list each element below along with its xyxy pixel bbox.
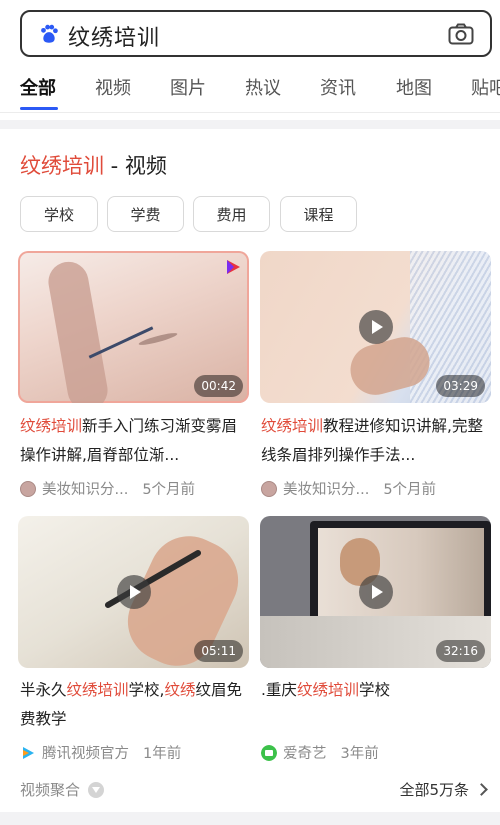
video-duration: 32:16 xyxy=(436,640,485,662)
video-thumbnail[interactable]: 03:29 xyxy=(260,251,491,403)
title-keyword: 纹绣培训 xyxy=(296,681,359,699)
chip-label: 费用 xyxy=(216,205,247,224)
video-meta: 美妆知识分... 5个月前 xyxy=(261,478,436,499)
title-text: 学校, xyxy=(128,681,165,699)
tab-bar: 全部 视频 图片 热议 资讯 地图 贴吧 xyxy=(0,74,500,114)
title-text: 学校 xyxy=(358,681,390,699)
play-icon[interactable] xyxy=(358,575,393,609)
video-source[interactable]: 腾讯视频官方 xyxy=(42,742,129,763)
tab-map[interactable]: 地图 xyxy=(396,74,432,100)
tab-news[interactable]: 资讯 xyxy=(320,74,356,100)
chip-school[interactable]: 学校 xyxy=(20,196,98,232)
tab-video[interactable]: 视频 xyxy=(95,74,131,100)
section-title-keyword: 纹绣培训 xyxy=(20,154,104,178)
active-tab-indicator xyxy=(20,107,58,110)
video-aggregation[interactable]: 视频聚合 xyxy=(20,779,105,800)
chip-cost[interactable]: 费用 xyxy=(193,196,270,232)
title-keyword: 纹绣 xyxy=(164,681,196,699)
view-all-link[interactable]: 全部5万条 xyxy=(399,779,488,800)
section-separator xyxy=(0,120,500,129)
video-meta: 腾讯视频官方 1年前 xyxy=(20,742,181,763)
tencent-video-icon xyxy=(23,746,34,759)
video-meta: 爱奇艺 3年前 xyxy=(261,742,379,763)
video-thumbnail[interactable]: 32:16 xyxy=(260,516,491,668)
video-duration: 00:42 xyxy=(194,375,243,397)
video-duration: 05:11 xyxy=(194,640,243,662)
tab-tieba[interactable]: 贴吧 xyxy=(471,74,500,100)
video-title[interactable]: 半永久纹绣培训学校,纹绣纹眉免费教学 xyxy=(20,676,252,734)
video-title[interactable]: 纹绣培训教程进修知识讲解,完整线条眉排列操作手法... xyxy=(261,412,493,470)
tab-images[interactable]: 图片 xyxy=(170,74,206,100)
section-title-suffix: - 视频 xyxy=(104,154,167,178)
title-text: 半永久 xyxy=(20,681,67,699)
title-keyword: 纹绣培训 xyxy=(261,417,324,435)
video-time: 1年前 xyxy=(143,746,182,762)
section-separator xyxy=(0,812,500,825)
video-title[interactable]: .重庆纹绣培训学校 xyxy=(261,676,493,705)
play-icon[interactable] xyxy=(358,310,393,344)
chip-label: 学校 xyxy=(43,205,74,224)
avatar xyxy=(261,480,277,497)
video-source[interactable]: 美妆知识分... xyxy=(42,478,128,499)
video-duration: 03:29 xyxy=(436,375,485,397)
view-all-label: 全部5万条 xyxy=(399,781,469,799)
camera-icon[interactable] xyxy=(448,23,474,45)
title-text: .重庆 xyxy=(261,681,297,699)
video-time: 5个月前 xyxy=(383,482,437,498)
title-keyword: 纹绣培训 xyxy=(66,681,129,699)
footer-left-label: 视频聚合 xyxy=(20,781,81,799)
iqiyi-play-logo-icon xyxy=(227,260,240,274)
chip-course[interactable]: 课程 xyxy=(280,196,357,232)
title-keyword: 纹绣培训 xyxy=(20,417,83,435)
section-title[interactable]: 纹绣培训 - 视频 xyxy=(20,150,167,180)
video-meta: 美妆知识分... 5个月前 xyxy=(20,478,195,499)
video-time: 3年前 xyxy=(340,746,379,762)
chip-label: 学费 xyxy=(130,205,161,224)
divider xyxy=(0,112,500,113)
search-input[interactable]: 纹绣培训 xyxy=(68,20,160,52)
iqiyi-icon xyxy=(261,744,277,761)
video-time: 5个月前 xyxy=(142,482,196,498)
chip-tuition[interactable]: 学费 xyxy=(107,196,184,232)
chip-label: 课程 xyxy=(303,205,334,224)
video-thumbnail[interactable]: 00:42 xyxy=(18,251,249,403)
play-icon[interactable] xyxy=(116,575,151,609)
avatar xyxy=(20,480,36,497)
baidu-paw-icon xyxy=(41,24,58,43)
video-thumbnail[interactable]: 05:11 xyxy=(18,516,249,668)
tab-discussion[interactable]: 热议 xyxy=(245,74,281,100)
video-title[interactable]: 纹绣培训新手入门练习渐变雾眉操作讲解,眉脊部位渐... xyxy=(20,412,252,470)
video-source[interactable]: 爱奇艺 xyxy=(283,742,327,763)
chevron-down-icon[interactable] xyxy=(88,781,105,798)
search-bar[interactable]: 纹绣培训 xyxy=(20,10,492,57)
chevron-right-icon xyxy=(475,783,488,796)
video-source[interactable]: 美妆知识分... xyxy=(283,478,369,499)
tab-all[interactable]: 全部 xyxy=(20,74,56,100)
